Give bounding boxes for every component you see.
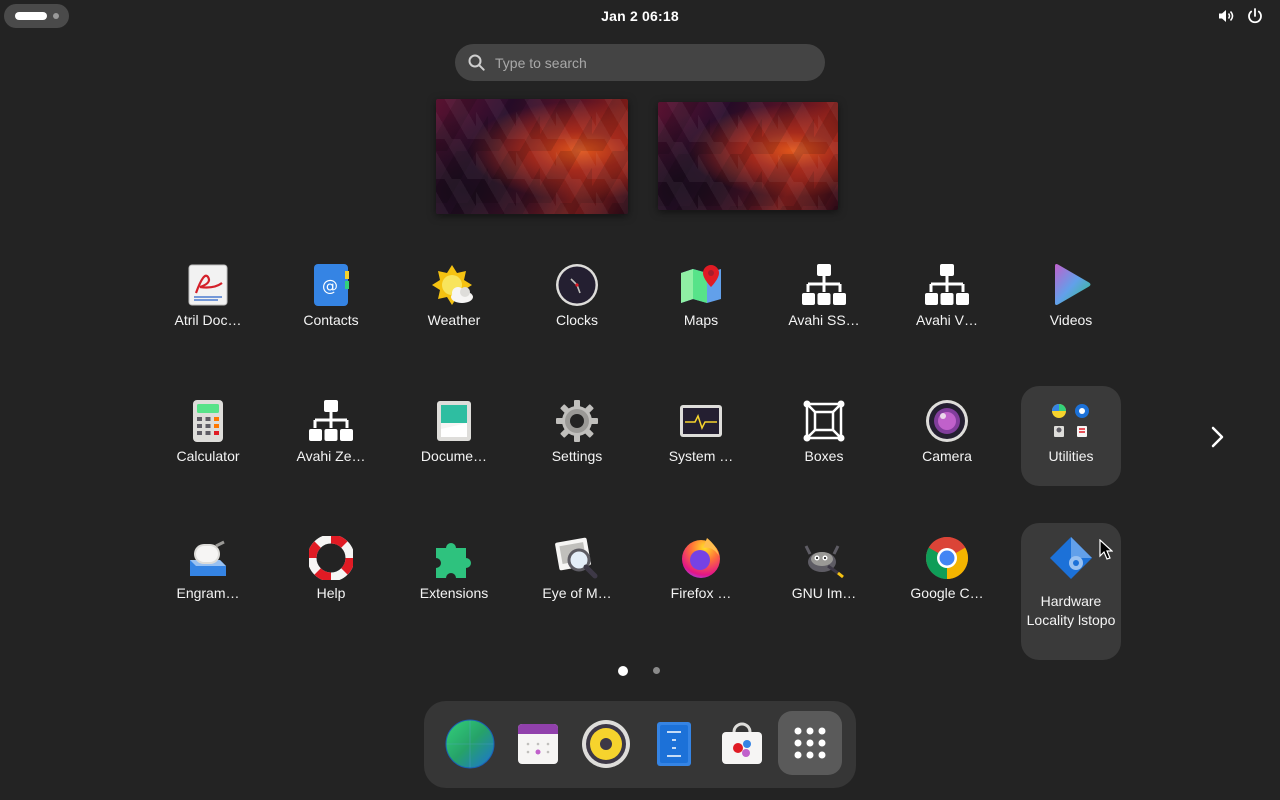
app-label: Clocks	[555, 312, 598, 328]
app-label: Utilities	[1048, 448, 1094, 464]
app-gimp[interactable]: GNU Im…	[774, 525, 874, 625]
show-apps-button[interactable]	[778, 711, 842, 775]
app-help[interactable]: Help	[281, 525, 381, 625]
network-icon	[802, 263, 846, 307]
settings-icon	[555, 399, 599, 443]
app-videos[interactable]: Videos	[1021, 252, 1121, 352]
search-icon	[468, 54, 485, 71]
search-bar[interactable]	[455, 44, 825, 81]
workspace-indicator-active	[15, 12, 47, 20]
app-folder-utilities[interactable]: Utilities	[1021, 386, 1121, 486]
atril-icon	[186, 263, 230, 307]
network-icon	[925, 263, 969, 307]
app-label: Maps	[683, 312, 719, 328]
text-editor-icon[interactable]	[648, 718, 700, 770]
weather-icon	[432, 263, 476, 307]
calculator-icon	[186, 399, 230, 443]
app-eye-of-mate[interactable]: Eye of M…	[527, 525, 627, 625]
app-label: Avahi SS…	[788, 312, 860, 328]
app-contacts[interactable]: @ Contacts	[281, 252, 381, 352]
image-viewer-icon	[555, 536, 599, 580]
app-label: Avahi V…	[916, 312, 978, 328]
clocks-icon	[555, 263, 599, 307]
document-scanner-icon	[432, 399, 476, 443]
workspace-thumbnail-1[interactable]	[436, 99, 628, 214]
app-label: Hardware Locality lstopo	[1026, 593, 1116, 628]
workspace-indicator-inactive	[53, 13, 59, 19]
app-label: System …	[668, 448, 734, 464]
app-avahi-zeroconf[interactable]: Avahi Ze…	[281, 388, 381, 488]
app-label: Weather	[427, 312, 481, 328]
rhythmbox-icon[interactable]	[580, 718, 632, 770]
clock[interactable]: Jan 2 06:18	[560, 0, 720, 32]
dock	[424, 701, 856, 788]
chrome-icon	[925, 536, 969, 580]
show-apps-icon	[794, 727, 826, 759]
app-extensions[interactable]: Extensions	[404, 525, 504, 625]
app-atril[interactable]: Atril Doc…	[158, 252, 258, 352]
app-label: Atril Doc…	[174, 312, 242, 328]
folder-icon	[1049, 399, 1093, 443]
app-label: Contacts	[303, 312, 359, 328]
app-settings[interactable]: Settings	[527, 388, 627, 488]
next-page-arrow-icon[interactable]	[1204, 424, 1230, 450]
app-weather[interactable]: Weather	[404, 252, 504, 352]
app-boxes[interactable]: Boxes	[774, 388, 874, 488]
software-icon[interactable]	[716, 718, 768, 770]
hwloc-icon	[1049, 536, 1093, 580]
videos-icon	[1049, 263, 1093, 307]
top-bar: Jan 2 06:18	[0, 0, 1280, 32]
workspace-thumbnail-2[interactable]	[658, 102, 838, 210]
gimp-icon	[802, 536, 846, 580]
app-label: Settings	[551, 448, 603, 464]
app-label: Eye of M…	[542, 585, 612, 601]
app-label: Google C…	[910, 585, 984, 601]
firefox-icon	[679, 536, 723, 580]
page-indicator-2[interactable]	[653, 667, 660, 674]
web-browser-icon[interactable]	[444, 718, 496, 770]
app-camera[interactable]: Camera	[897, 388, 997, 488]
engrampa-icon	[186, 536, 230, 580]
calendar-icon[interactable]	[512, 718, 564, 770]
boxes-icon	[802, 399, 846, 443]
app-label: Videos	[1049, 312, 1093, 328]
volume-icon[interactable]	[1217, 7, 1235, 25]
power-icon[interactable]	[1246, 7, 1264, 25]
system-monitor-icon	[679, 399, 723, 443]
app-avahi-ssh[interactable]: Avahi SS…	[774, 252, 874, 352]
app-system-monitor[interactable]: System …	[651, 388, 751, 488]
app-label: Boxes	[804, 448, 844, 464]
search-input[interactable]	[495, 44, 805, 81]
camera-icon	[925, 399, 969, 443]
app-maps[interactable]: Maps	[651, 252, 751, 352]
help-icon	[309, 536, 353, 580]
activities-button[interactable]	[4, 4, 69, 28]
app-label: Firefox …	[670, 585, 732, 601]
app-label: Calculator	[176, 448, 240, 464]
app-label: Docume…	[420, 448, 488, 464]
app-clocks[interactable]: Clocks	[527, 252, 627, 352]
maps-icon	[679, 263, 723, 307]
page-indicator-1[interactable]	[618, 666, 628, 676]
network-icon	[309, 399, 353, 443]
app-label: Camera	[922, 448, 972, 464]
svg-text:@: @	[322, 276, 338, 295]
app-google-chrome[interactable]: Google C…	[897, 525, 997, 625]
mouse-cursor-icon	[1099, 539, 1113, 560]
app-label: Engram…	[176, 585, 240, 601]
app-avahi-vnc[interactable]: Avahi V…	[897, 252, 997, 352]
contacts-icon: @	[309, 263, 353, 307]
app-label: Extensions	[419, 585, 489, 601]
extensions-icon	[432, 536, 476, 580]
app-label: GNU Im…	[791, 585, 857, 601]
app-engrampa[interactable]: Engram…	[158, 525, 258, 625]
app-calculator[interactable]: Calculator	[158, 388, 258, 488]
app-label: Avahi Ze…	[296, 448, 366, 464]
app-label: Help	[316, 585, 346, 601]
app-document-scanner[interactable]: Docume…	[404, 388, 504, 488]
app-firefox[interactable]: Firefox …	[651, 525, 751, 625]
